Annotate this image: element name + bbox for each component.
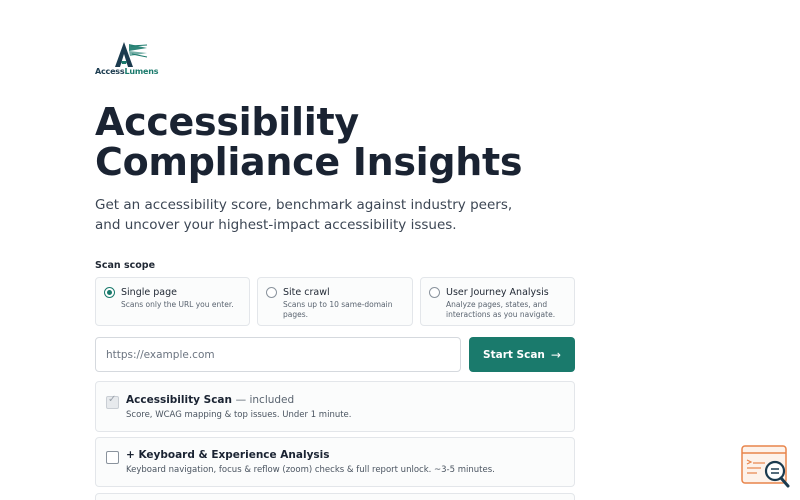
brand-name: AccessLumens: [95, 67, 158, 76]
scope-option-site-crawl[interactable]: Site crawl Scans up to 10 same-domain pa…: [257, 277, 413, 326]
addon-card-partial: [95, 493, 575, 500]
brand-name-part2: Lumens: [124, 67, 159, 76]
scope-option-title: User Journey Analysis: [446, 287, 549, 298]
site-crawl-radio[interactable]: [266, 287, 277, 298]
scope-option-description: Scans up to 10 same-domain pages.: [283, 300, 393, 319]
keyboard-experience-checkbox[interactable]: [106, 451, 119, 464]
scope-option-description: Scans only the URL you enter.: [121, 300, 234, 309]
scope-option-description: Analyze pages, states, and interactions …: [446, 300, 556, 319]
addon-description: Score, WCAG mapping & top issues. Under …: [126, 410, 352, 420]
single-page-radio[interactable]: [104, 287, 115, 298]
addon-included-note: — included: [235, 394, 295, 406]
brand-name-part1: Access: [95, 67, 125, 76]
logo-mark-icon: [115, 42, 148, 67]
scope-option-title: Site crawl: [283, 287, 330, 298]
arrow-right-icon: →: [550, 347, 561, 362]
addon-title: Accessibility Scan — included: [126, 394, 294, 406]
addon-description: Keyboard navigation, focus & reflow (zoo…: [126, 465, 495, 475]
brand-logo[interactable]: AccessLumens: [95, 40, 159, 78]
scan-scope-label: Scan scope: [95, 260, 156, 271]
user-journey-radio[interactable]: [429, 287, 440, 298]
page-title-line2: Compliance Insights: [95, 140, 523, 184]
page-subtitle: Get an accessibility score, benchmark ag…: [95, 197, 513, 233]
addon-title: + Keyboard & Experience Analysis: [126, 449, 330, 461]
addon-keyboard-experience[interactable]: + Keyboard & Experience Analysis Keyboar…: [95, 437, 575, 487]
scope-option-user-journey[interactable]: User Journey Analysis Analyze pages, sta…: [420, 277, 575, 326]
scope-option-single-page[interactable]: Single page Scans only the URL you enter…: [95, 277, 250, 326]
addon-accessibility-scan: Accessibility Scan — included Score, WCA…: [95, 381, 575, 432]
addon-title-text: Accessibility Scan: [126, 394, 232, 406]
start-scan-button[interactable]: Start Scan →: [469, 337, 575, 372]
accessibility-scan-checkbox: [106, 394, 119, 409]
scope-option-title: Single page: [121, 287, 177, 298]
help-scan-icon: [741, 445, 790, 488]
page-title-line1: Accessibility: [95, 100, 359, 144]
accessibility-help-widget[interactable]: [741, 445, 791, 489]
url-input[interactable]: [95, 337, 461, 372]
page-title: Accessibility Compliance Insights: [95, 100, 523, 184]
start-scan-label: Start Scan: [483, 348, 545, 361]
